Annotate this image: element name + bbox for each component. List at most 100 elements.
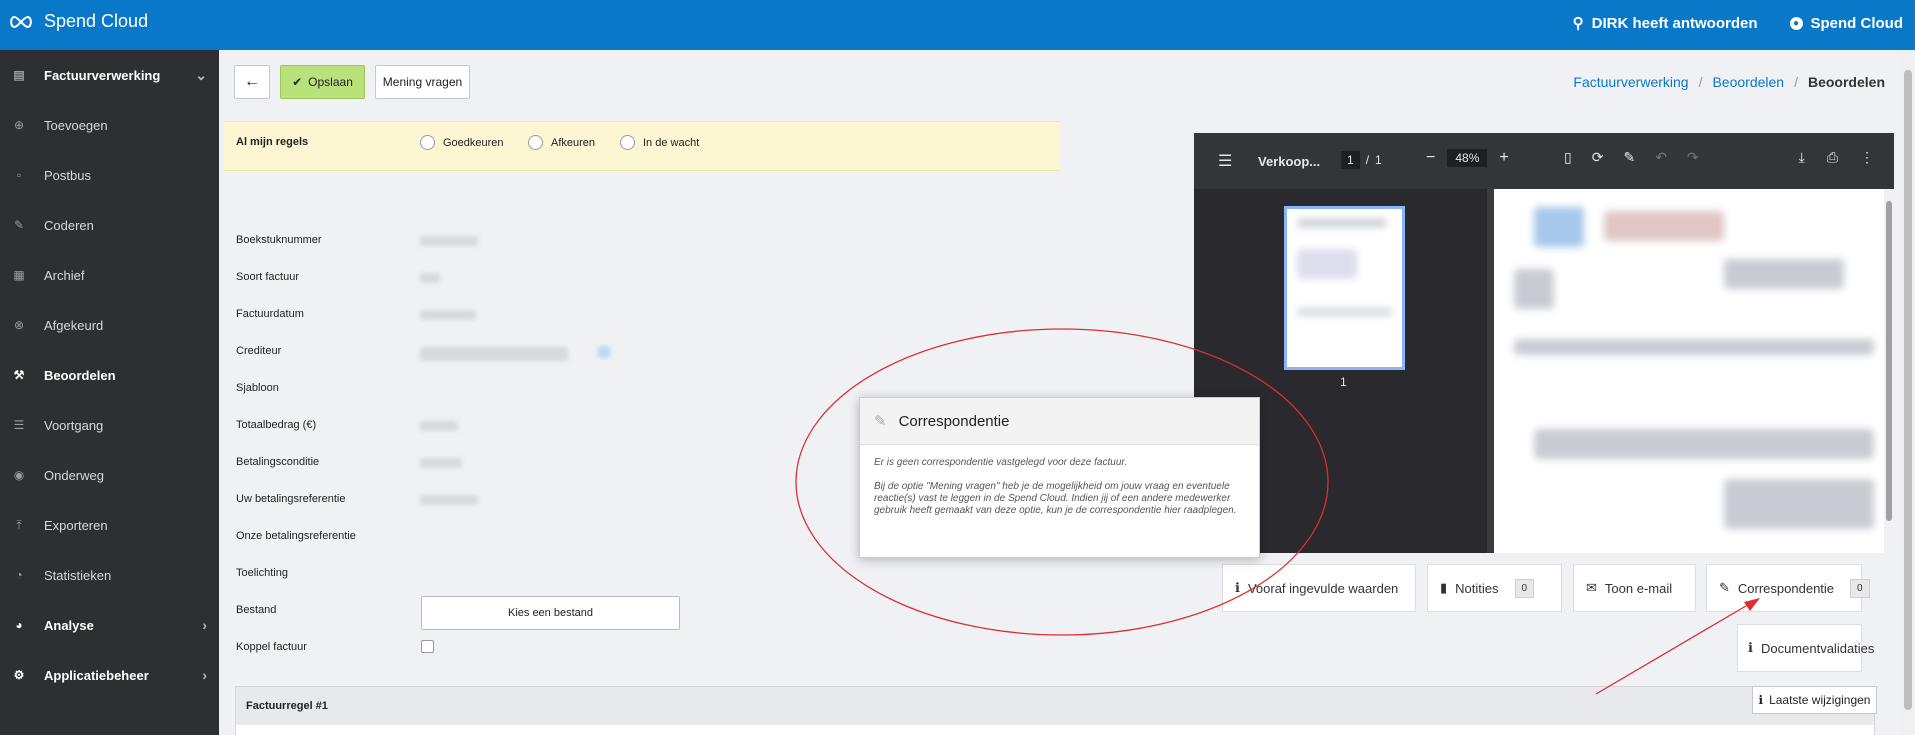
more-icon[interactable]: ⋮ [1860,149,1874,166]
scroll-thumb[interactable] [1886,201,1892,521]
pdf-toolbar: ☰ Verkoop... 1 / 1 − 48% + ▯ ⟳ ✎ ↶ ↷ ⤓ ⎙… [1194,133,1894,189]
sidebar-item-statistieken[interactable]: ◔ Statistieken [0,550,219,600]
show-email-button[interactable]: ✉ Toon e-mail [1573,564,1696,612]
redo-icon[interactable]: ↷ [1687,149,1699,166]
help-link[interactable]: ⚲ DIRK heeft antwoorden [1573,14,1758,33]
scroll-thumb[interactable] [1904,70,1912,710]
radio-circle[interactable] [620,135,635,150]
email-label: Toon e-mail [1604,580,1673,596]
chevron-down-icon: ⌄ [195,66,207,83]
breadcrumb-current: Beoordelen [1807,74,1885,90]
sidebar-item-label: Beoordelen [44,367,116,383]
sidebar-item-postbus[interactable]: ▫ Postbus [0,150,219,200]
page-total: 1 [1375,153,1382,167]
back-button[interactable]: ← [234,65,270,99]
field-label-bestand: Bestand [236,604,277,616]
zoom-in-icon[interactable]: + [1499,149,1508,167]
radio-in-de-wacht[interactable]: In de wacht [620,135,699,150]
fit-page-icon[interactable]: ▯ [1564,149,1572,166]
document-validations-button[interactable]: ℹ Documentvalidaties [1737,624,1874,672]
user-menu[interactable]: ● Spend Cloud [1789,14,1904,32]
last-changes-button[interactable]: ℹ Laatste wijzigingen [1752,686,1877,714]
chevron-right-icon: › [202,667,207,683]
sidebar-item-voortgang[interactable]: ☰ Voortgang [0,400,219,450]
download-icon[interactable]: ⤓ [1799,149,1805,166]
page-content [1514,339,1874,355]
undo-icon[interactable]: ↶ [1655,149,1667,166]
correspondence-count-badge: 0 [1850,578,1870,598]
section-body [236,725,1874,735]
breadcrumb-separator: / [1698,74,1703,90]
page-thumbnail[interactable] [1284,206,1405,370]
zoom-level[interactable]: 48% [1447,149,1488,167]
radio-afkeuren[interactable]: Afkeuren [528,135,595,150]
page-input[interactable]: 1 [1341,151,1360,169]
field-label-crediteur: Crediteur [236,345,282,357]
ask-opinion-label: Mening vragen [382,75,463,89]
breadcrumb-link-factuurverwerking[interactable]: Factuurverwerking [1573,74,1688,90]
save-button[interactable]: ✔ Opslaan [280,65,365,99]
breadcrumb-link-beoordelen[interactable]: Beoordelen [1712,74,1784,90]
zoom-out-icon[interactable]: − [1426,149,1435,167]
correspondence-button[interactable]: ✎ Correspondentie 0 [1706,564,1870,612]
comments-icon: ✎ [1719,580,1730,595]
choose-file-button[interactable]: Kies een bestand [421,596,680,630]
binoculars-icon: ◉ [13,468,25,482]
prefilled-label: Vooraf ingevulde waarden [1247,580,1399,596]
check-icon: ✔ [292,75,303,89]
field-label-onze-betalingsreferentie: Onze betalingsreferentie [236,530,356,542]
field-label-totaalbedrag: Totaalbedrag (€) [236,419,317,431]
arrow-left-icon: ← [244,73,260,90]
invoice-line-section: Factuurregel #1 [235,686,1875,735]
field-value-blurred [420,347,568,361]
sidebar-item-label: Afgekeurd [44,317,104,333]
sidebar-item-factuurverwerking[interactable]: ▤ Factuurverwerking ⌄ [0,50,219,100]
menu-icon[interactable]: ☰ [1218,151,1232,171]
sidebar-item-label: Toevoegen [44,117,108,133]
annotate-icon[interactable]: ✎ [1623,149,1635,166]
thumbnail-number: 1 [1340,375,1347,389]
last-changes-label: Laatste wijzigingen [1769,693,1871,707]
correspondence-label: Correspondentie [1737,580,1835,596]
sidebar-item-exporteren[interactable]: ⤒ Exporteren [0,500,219,550]
radio-goedkeuren[interactable]: Goedkeuren [420,135,504,150]
popover-help-text: Bij de optie "Mening vragen" heb je de m… [874,481,1237,516]
sidebar-item-toevoegen[interactable]: ⊕ Toevoegen [0,100,219,150]
page-indicator: 1 / 1 [1341,151,1382,169]
validations-label: Documentvalidaties [1760,640,1875,656]
page-content [1724,479,1874,529]
sidebar-item-label: Applicatiebeheer [44,667,149,683]
radio-circle[interactable] [528,135,543,150]
pdf-page [1494,189,1886,553]
link-invoice-checkbox[interactable] [421,640,434,653]
brand[interactable]: Spend Cloud [8,11,148,32]
page-separator: / [1365,153,1370,167]
pencil-icon: ✎ [13,218,25,232]
chevron-right-icon: › [202,617,207,633]
pdf-filename: Verkoop... [1258,154,1321,169]
sidebar-item-archief[interactable]: ▦ Archief [0,250,219,300]
info-icon: ℹ [1748,640,1753,655]
sidebar-item-onderweg[interactable]: ◉ Onderweg [0,450,219,500]
prefilled-values-button[interactable]: ℹ Vooraf ingevulde waarden [1222,564,1416,612]
sidebar-item-applicatiebeheer[interactable]: ⚙ Applicatiebeheer › [0,650,219,700]
user-label: Spend Cloud [1810,14,1904,32]
page-scrollbar[interactable] [1901,50,1915,735]
envelope-icon: ✉ [1586,580,1597,595]
infinity-logo-icon [10,15,32,28]
notes-button[interactable]: ▮ Notities 0 [1427,564,1562,612]
pdf-scrollbar[interactable] [1884,189,1894,553]
gear-icon: ⚙ [13,668,25,682]
sidebar-item-coderen[interactable]: ✎ Coderen [0,200,219,250]
company-logo [1534,207,1584,247]
pdf-viewer: ☰ Verkoop... 1 / 1 − 48% + ▯ ⟳ ✎ ↶ ↷ ⤓ ⎙… [1194,133,1894,553]
rotate-icon[interactable]: ⟳ [1592,149,1604,166]
info-icon: ℹ [1758,693,1764,707]
sidebar-item-analyse[interactable]: ◕ Analyse › [0,600,219,650]
sidebar-item-afgekeurd[interactable]: ⊗ Afgekeurd [0,300,219,350]
radio-circle[interactable] [420,135,435,150]
ask-opinion-button[interactable]: Mening vragen [375,65,470,99]
print-icon[interactable]: ⎙ [1827,149,1838,166]
sidebar-item-beoordelen[interactable]: ⚒ Beoordelen [0,350,219,400]
field-label-soort-factuur: Soort factuur [236,271,299,283]
